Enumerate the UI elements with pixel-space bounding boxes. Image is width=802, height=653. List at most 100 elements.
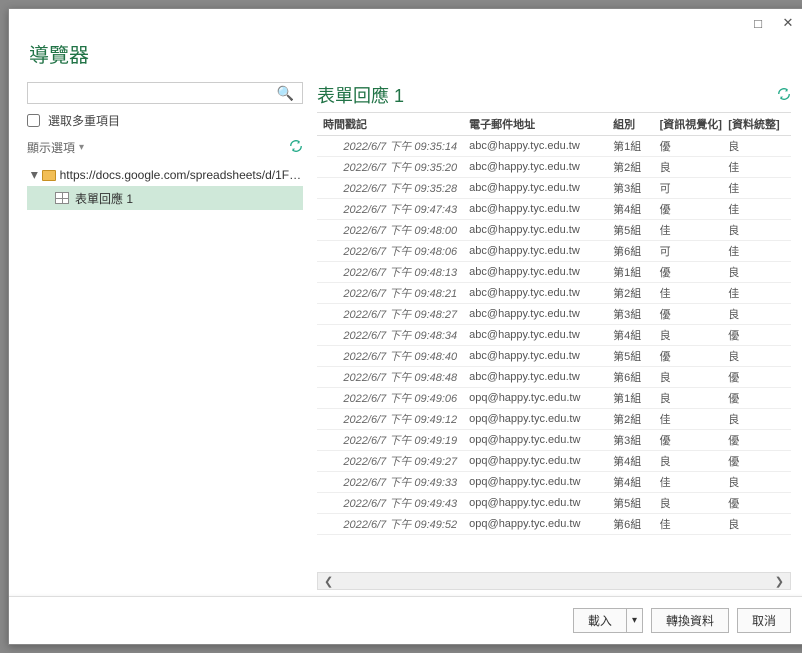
load-dropdown-icon[interactable]: ▾ — [626, 608, 643, 633]
preview-refresh-icon[interactable] — [777, 87, 791, 104]
preview-header: 表單回應 1 — [317, 82, 791, 108]
search-box[interactable]: 🔍 — [27, 82, 303, 104]
cell-vis: 優 — [654, 262, 723, 283]
cell-group: 第4組 — [607, 472, 654, 493]
table-row[interactable]: 2022/6/7 下午 09:48:21abc@happy.tyc.edu.tw… — [317, 283, 791, 304]
display-options-row: 顯示選項 ▾ — [27, 139, 303, 156]
table-row[interactable]: 2022/6/7 下午 09:49:06opq@happy.tyc.edu.tw… — [317, 388, 791, 409]
cell-vis: 良 — [654, 367, 723, 388]
cell-email: abc@happy.tyc.edu.tw — [463, 304, 607, 325]
cell-email: opq@happy.tyc.edu.tw — [463, 493, 607, 514]
table-row[interactable]: 2022/6/7 下午 09:48:27abc@happy.tyc.edu.tw… — [317, 304, 791, 325]
cell-time: 2022/6/7 下午 09:48:13 — [317, 262, 463, 283]
table-header-row: 時間戳記 電子郵件地址 組別 [資訊視覺化] [資料統整] — [317, 113, 791, 136]
table-row[interactable]: 2022/6/7 下午 09:48:13abc@happy.tyc.edu.tw… — [317, 262, 791, 283]
search-icon[interactable]: 🔍 — [273, 85, 298, 102]
navigator-dialog: □ ✕ 導覽器 🔍 選取多重項目 顯示選項 ▾ — [8, 8, 802, 645]
table-row[interactable]: 2022/6/7 下午 09:49:33opq@happy.tyc.edu.tw… — [317, 472, 791, 493]
transform-button[interactable]: 轉換資料 — [651, 608, 729, 633]
col-header-time[interactable]: 時間戳記 — [317, 113, 463, 136]
maximize-icon[interactable]: □ — [743, 13, 773, 33]
table-row[interactable]: 2022/6/7 下午 09:35:28abc@happy.tyc.edu.tw… — [317, 178, 791, 199]
display-options-dropdown[interactable]: 顯示選項 ▾ — [27, 139, 84, 156]
cell-time: 2022/6/7 下午 09:48:48 — [317, 367, 463, 388]
col-header-email[interactable]: 電子郵件地址 — [463, 113, 607, 136]
load-button[interactable]: 載入 — [573, 608, 626, 633]
col-header-stat[interactable]: [資料統整] — [722, 113, 791, 136]
table-row[interactable]: 2022/6/7 下午 09:49:19opq@happy.tyc.edu.tw… — [317, 430, 791, 451]
cell-vis: 佳 — [654, 220, 723, 241]
cell-email: opq@happy.tyc.edu.tw — [463, 472, 607, 493]
expand-icon[interactable]: ▶ — [29, 172, 40, 179]
tree-root-label: https://docs.google.com/spreadsheets/d/1… — [60, 168, 303, 182]
close-icon[interactable]: ✕ — [773, 13, 802, 33]
cell-group: 第3組 — [607, 304, 654, 325]
cell-time: 2022/6/7 下午 09:48:06 — [317, 241, 463, 262]
tree-root-node[interactable]: ▶ https://docs.google.com/spreadsheets/d… — [27, 164, 303, 186]
table-row[interactable]: 2022/6/7 下午 09:49:43opq@happy.tyc.edu.tw… — [317, 493, 791, 514]
cell-time: 2022/6/7 下午 09:47:43 — [317, 199, 463, 220]
folder-icon — [42, 170, 56, 181]
cell-group: 第1組 — [607, 262, 654, 283]
display-options-label: 顯示選項 — [27, 139, 75, 156]
cancel-button[interactable]: 取消 — [737, 608, 791, 633]
horizontal-scrollbar[interactable]: ❮ ❯ — [317, 572, 791, 590]
cell-time: 2022/6/7 下午 09:49:19 — [317, 430, 463, 451]
cell-stat: 佳 — [722, 178, 791, 199]
preview-table-container: 時間戳記 電子郵件地址 組別 [資訊視覺化] [資料統整] 2022/6/7 下… — [317, 112, 791, 570]
scroll-left-icon[interactable]: ❮ — [320, 575, 337, 588]
table-row[interactable]: 2022/6/7 下午 09:35:20abc@happy.tyc.edu.tw… — [317, 157, 791, 178]
table-row[interactable]: 2022/6/7 下午 09:49:12opq@happy.tyc.edu.tw… — [317, 409, 791, 430]
cell-vis: 佳 — [654, 514, 723, 535]
col-header-group[interactable]: 組別 — [607, 113, 654, 136]
preview-panel: 表單回應 1 時間戳記 電子郵件地址 組別 [資訊視覺化] — [317, 82, 791, 590]
dialog-title: 導覽器 — [9, 37, 802, 82]
cell-group: 第5組 — [607, 346, 654, 367]
cell-stat: 良 — [722, 136, 791, 157]
multi-select-row[interactable]: 選取多重項目 — [27, 112, 303, 129]
cell-vis: 良 — [654, 388, 723, 409]
cell-vis: 佳 — [654, 472, 723, 493]
cell-time: 2022/6/7 下午 09:35:14 — [317, 136, 463, 157]
multi-select-checkbox[interactable] — [27, 114, 40, 127]
preview-title: 表單回應 1 — [317, 82, 404, 108]
cell-vis: 良 — [654, 493, 723, 514]
cell-email: opq@happy.tyc.edu.tw — [463, 388, 607, 409]
cell-time: 2022/6/7 下午 09:48:34 — [317, 325, 463, 346]
col-header-vis[interactable]: [資訊視覺化] — [654, 113, 723, 136]
cell-group: 第4組 — [607, 325, 654, 346]
tree-sheet-node[interactable]: 表單回應 1 — [27, 186, 303, 210]
left-panel: 🔍 選取多重項目 顯示選項 ▾ ▶ https://docs — [27, 82, 317, 590]
cell-group: 第5組 — [607, 493, 654, 514]
cell-email: abc@happy.tyc.edu.tw — [463, 178, 607, 199]
cell-time: 2022/6/7 下午 09:49:33 — [317, 472, 463, 493]
table-row[interactable]: 2022/6/7 下午 09:48:40abc@happy.tyc.edu.tw… — [317, 346, 791, 367]
table-row[interactable]: 2022/6/7 下午 09:48:00abc@happy.tyc.edu.tw… — [317, 220, 791, 241]
table-row[interactable]: 2022/6/7 下午 09:48:06abc@happy.tyc.edu.tw… — [317, 241, 791, 262]
cell-vis: 良 — [654, 451, 723, 472]
cell-email: opq@happy.tyc.edu.tw — [463, 409, 607, 430]
table-row[interactable]: 2022/6/7 下午 09:49:52opq@happy.tyc.edu.tw… — [317, 514, 791, 535]
cell-stat: 良 — [722, 262, 791, 283]
cell-email: abc@happy.tyc.edu.tw — [463, 136, 607, 157]
table-row[interactable]: 2022/6/7 下午 09:48:48abc@happy.tyc.edu.tw… — [317, 367, 791, 388]
chevron-down-icon: ▾ — [79, 142, 84, 153]
cell-stat: 良 — [722, 346, 791, 367]
table-row[interactable]: 2022/6/7 下午 09:49:27opq@happy.tyc.edu.tw… — [317, 451, 791, 472]
search-input[interactable] — [32, 84, 273, 102]
navigation-tree: ▶ https://docs.google.com/spreadsheets/d… — [27, 164, 303, 590]
cell-group: 第1組 — [607, 388, 654, 409]
table-row[interactable]: 2022/6/7 下午 09:35:14abc@happy.tyc.edu.tw… — [317, 136, 791, 157]
table-row[interactable]: 2022/6/7 下午 09:47:43abc@happy.tyc.edu.tw… — [317, 199, 791, 220]
scroll-right-icon[interactable]: ❯ — [771, 575, 788, 588]
cell-email: abc@happy.tyc.edu.tw — [463, 199, 607, 220]
cell-stat: 良 — [722, 472, 791, 493]
cell-vis: 優 — [654, 346, 723, 367]
table-row[interactable]: 2022/6/7 下午 09:48:34abc@happy.tyc.edu.tw… — [317, 325, 791, 346]
cell-stat: 優 — [722, 493, 791, 514]
refresh-icon[interactable] — [289, 139, 303, 156]
cell-stat: 良 — [722, 304, 791, 325]
cell-group: 第6組 — [607, 241, 654, 262]
cell-vis: 優 — [654, 199, 723, 220]
titlebar: □ ✕ — [9, 9, 802, 37]
